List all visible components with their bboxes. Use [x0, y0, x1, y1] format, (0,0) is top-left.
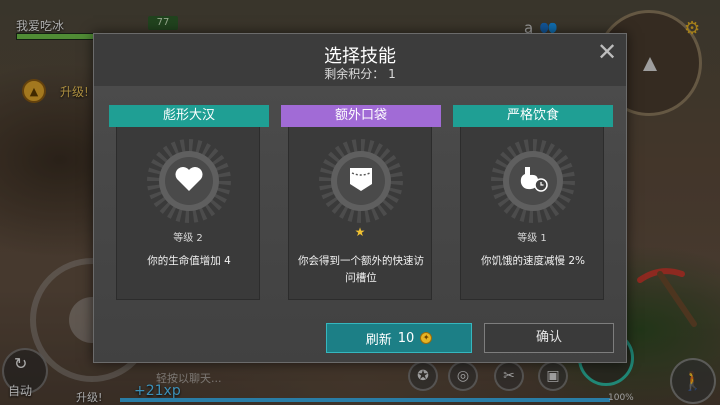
skill-description: 你饥饿的速度减慢 2%	[481, 255, 585, 267]
skill-ribbon: 额外口袋	[273, 105, 449, 133]
skill-level: 等级 1	[517, 233, 547, 244]
skill-level: 等级 2	[173, 233, 203, 244]
skill-name: 额外口袋	[334, 108, 387, 123]
refresh-label: 刷新	[365, 332, 392, 348]
points-label: 剩余积分：	[324, 67, 385, 81]
skill-description: 你会得到一个额外的快速访问槽位	[298, 255, 424, 284]
refresh-cost: 10	[397, 330, 415, 346]
points-value: 1	[388, 67, 396, 81]
skill-ribbon: 严格饮食	[445, 105, 621, 133]
star-icon: ★	[354, 225, 366, 239]
confirm-button[interactable]: 确认	[484, 323, 614, 353]
points-remaining: 剩余积分： 1	[94, 65, 626, 82]
pocket-icon	[341, 159, 381, 199]
dialog-header: 选择技能 剩余积分： 1 ✕	[94, 34, 626, 86]
skill-description: 你的生命值增加 4	[147, 255, 231, 267]
refresh-button[interactable]: 刷新 10 ✦	[326, 323, 472, 353]
skill-card-strict-diet[interactable]: 严格饮食 等级 1 你饥饿的速度减慢 2%	[445, 105, 621, 300]
coin-icon: ✦	[420, 332, 433, 344]
heart-icon	[169, 159, 209, 199]
stomach-clock-icon	[513, 159, 553, 199]
skill-name: 彪形大汉	[162, 108, 215, 123]
skill-card-extra-pocket[interactable]: 额外口袋 ★ 你会得到一个额外的快速访问槽位	[273, 105, 449, 300]
close-icon: ✕	[596, 38, 618, 66]
skill-ribbon: 彪形大汉	[101, 105, 277, 133]
skill-name: 严格饮食	[506, 108, 559, 123]
skill-select-dialog: 选择技能 剩余积分： 1 ✕ 彪形大汉 等级 2 你的生命值增加 4 额外口袋 …	[93, 33, 627, 363]
skill-card-strongman[interactable]: 彪形大汉 等级 2 你的生命值增加 4	[101, 105, 277, 300]
close-button[interactable]: ✕	[594, 40, 620, 66]
